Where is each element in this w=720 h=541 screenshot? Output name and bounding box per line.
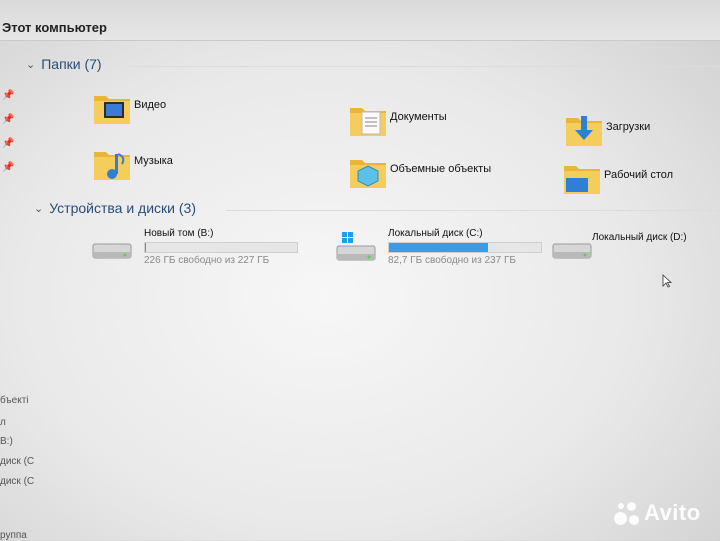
sidebar-item-label[interactable]: B:) (0, 436, 13, 447)
downloads-folder-icon (564, 110, 602, 146)
drive-name: Новый том (B:) (144, 228, 214, 239)
drive-usage-fill (145, 243, 146, 252)
folder-desktop[interactable]: Рабочий стол (562, 158, 674, 194)
drive-free-space: 82,7 ГБ свободно из 237 ГБ (388, 255, 516, 266)
chevron-down-icon[interactable]: ⌄ (26, 58, 35, 71)
sidebar-item-label[interactable]: диск (С (0, 456, 34, 467)
mouse-cursor-icon (662, 274, 672, 288)
pin-icon[interactable]: 📌 (2, 114, 14, 125)
folder-label: Загрузки (606, 121, 651, 133)
hard-drive-icon (552, 242, 592, 260)
desktop-folder-icon (562, 158, 600, 194)
folders-section-title: Папки (7) (41, 56, 102, 72)
folder-music[interactable]: Музыка (92, 144, 173, 180)
pin-icon[interactable]: 📌 (2, 162, 14, 173)
folder-label: Музыка (134, 155, 173, 167)
drive-free-space: 226 ГБ свободно из 227 ГБ (144, 255, 270, 266)
folder-documents[interactable]: Документы (348, 100, 447, 136)
video-folder-icon (92, 88, 130, 124)
sidebar-item-label[interactable]: диск (С (0, 476, 34, 487)
title-bar: Этот компьютер (0, 0, 720, 41)
drive-usage-bar (388, 242, 542, 253)
folder-video[interactable]: Видео (92, 88, 167, 124)
devices-section-header[interactable]: ⌄ Устройства и диски (3) (34, 200, 196, 216)
window-title: Этот компьютер (2, 20, 107, 35)
folder-label: Объемные объекты (390, 163, 492, 175)
sidebar-item-label[interactable]: руппа (0, 530, 27, 541)
windows-drive-icon (336, 232, 376, 261)
drive-usage-bar (144, 242, 298, 253)
folder-label: Рабочий стол (604, 169, 674, 181)
3d-objects-folder-icon (348, 152, 386, 188)
avito-logo-icon (614, 500, 640, 526)
folder-label: Видео (134, 99, 167, 111)
documents-folder-icon (348, 100, 386, 136)
drive-c[interactable]: Локальный диск (C:) 82,7 ГБ свободно из … (336, 228, 556, 272)
folder-3d-objects[interactable]: Объемные объекты (348, 152, 492, 188)
sidebar-item-label[interactable]: бъекті (0, 395, 29, 406)
drive-b[interactable]: Новый том (B:) 226 ГБ свободно из 227 ГБ (92, 228, 312, 272)
pin-icon[interactable]: 📌 (2, 138, 14, 149)
music-folder-icon (92, 144, 130, 180)
drive-name: Локальный диск (C:) (388, 228, 483, 239)
avito-watermark: Avito (614, 500, 701, 526)
folders-section-header[interactable]: ⌄ Папки (7) (26, 56, 102, 72)
navigation-pane: 📌 📌 📌 📌 бъекті л B:) диск (С диск (С руп… (0, 40, 38, 541)
sidebar-item-label[interactable]: л (0, 417, 6, 428)
hard-drive-icon (92, 242, 132, 260)
drive-usage-fill (389, 243, 488, 252)
devices-section-title: Устройства и диски (3) (49, 200, 196, 216)
folder-label: Документы (390, 111, 447, 123)
section-divider (130, 66, 720, 67)
folder-downloads[interactable]: Загрузки (564, 110, 651, 146)
chevron-down-icon[interactable]: ⌄ (34, 202, 43, 215)
section-divider (226, 210, 720, 211)
pin-icon[interactable]: 📌 (2, 90, 14, 101)
watermark-text: Avito (644, 500, 701, 525)
drive-d[interactable]: Локальный диск (D:) (552, 228, 712, 272)
drive-name: Локальный диск (D:) (592, 232, 687, 243)
